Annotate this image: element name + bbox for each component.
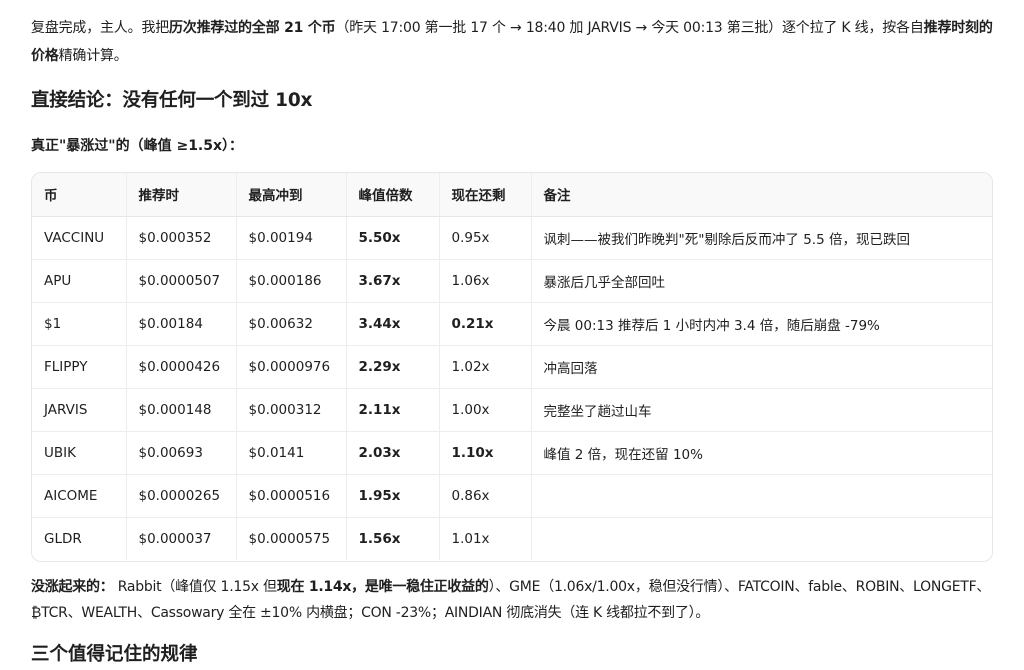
- cell-coin: APU: [32, 259, 127, 303]
- next-section-heading: 三个值得记住的规律: [31, 644, 198, 665]
- cell-high-price: $0.0000976: [236, 345, 347, 389]
- table-row: JARVIS $0.000148 $0.000312 2.11x 1.00x 完整坐了趟过…: [32, 388, 992, 432]
- not-up-bold: 现在 1.14x，是唯一稳住正收益的: [276, 579, 489, 595]
- cell-high-price: $0.000186: [236, 259, 347, 303]
- cell-coin: $1: [32, 302, 127, 346]
- cell-coin: VACCINU: [32, 216, 127, 260]
- intro-text-1: 复盘完成，主人。我把: [31, 20, 169, 36]
- cell-coin: JARVIS: [32, 388, 127, 432]
- cell-high-price: $0.0141: [236, 431, 347, 475]
- cell-recommended-price: $0.000352: [126, 216, 237, 260]
- cell-note: 暴涨后几乎全部回吐: [531, 259, 992, 303]
- cell-note: 讽刺——被我们昨晚判"死"剔除后反而冲了 5.5 倍，现已跌回: [531, 216, 992, 260]
- cell-high-price: $0.000312: [236, 388, 347, 432]
- column-header-recommended: 推荐时: [126, 173, 237, 217]
- cell-peak-multiple: 2.03x: [346, 431, 440, 475]
- column-header-high: 最高冲到: [236, 173, 347, 217]
- intro-text-2: （昨天 17:00 第一批 17 个 → 18:40 加 JARVIS → 今天…: [335, 20, 924, 36]
- not-up-text-1: Rabbit（峰值仅 1.15x 但: [113, 579, 277, 595]
- cell-current-multiple: 1.10x: [439, 431, 532, 475]
- table-row: VACCINU $0.000352 $0.00194 5.50x 0.95x 讽刺——被我…: [32, 216, 992, 260]
- cell-peak-multiple: 1.56x: [346, 517, 440, 560]
- cell-peak-multiple: 3.44x: [346, 302, 440, 346]
- cell-current-multiple: 0.21x: [439, 302, 532, 346]
- table-header-row: 币 推荐时 最高冲到 峰值倍数 现在还剩 备注: [32, 173, 992, 217]
- column-header-note: 备注: [531, 173, 992, 217]
- cell-current-multiple: 1.02x: [439, 345, 532, 389]
- cell-note: 完整坐了趟过山车: [531, 388, 992, 432]
- cell-current-multiple: 1.06x: [439, 259, 532, 303]
- cell-high-price: $0.0000516: [236, 474, 347, 518]
- surge-heading: 真正"暴涨过"的（峰值 ≥1.5x）：: [31, 138, 244, 154]
- cell-note: 今晨 00:13 推荐后 1 小时内冲 3.4 倍，随后崩盘 -79%: [531, 302, 992, 346]
- cell-note: [531, 517, 992, 560]
- cell-coin: AICOME: [32, 474, 127, 518]
- cell-high-price: $0.00632: [236, 302, 347, 346]
- cell-recommended-price: $0.0000265: [126, 474, 237, 518]
- cell-recommended-price: $0.0000507: [126, 259, 237, 303]
- cell-peak-multiple: 1.95x: [346, 474, 440, 518]
- results-table-container: 币 推荐时 最高冲到 峰值倍数 现在还剩 备注 VACCINU $0.000352…: [31, 172, 993, 562]
- not-up-label: 没涨起来的：: [31, 579, 114, 595]
- cell-current-multiple: 1.01x: [439, 517, 532, 560]
- cell-high-price: $0.0000575: [236, 517, 347, 560]
- conclusion-heading: 直接结论：没有任何一个到过 10x: [31, 90, 313, 111]
- cell-coin: GLDR: [32, 517, 127, 560]
- table-row: UBIK $0.00693 $0.0141 2.03x 1.10x 峰值 2 倍，现在还留…: [32, 431, 992, 475]
- cell-high-price: $0.00194: [236, 216, 347, 260]
- table-row: GLDR $0.000037 $0.0000575 1.56x 1.01x: [32, 517, 992, 560]
- cell-peak-multiple: 3.67x: [346, 259, 440, 303]
- cell-peak-multiple: 2.11x: [346, 388, 440, 432]
- intro-bold-1: 历次推荐过的全部 21 个币: [169, 20, 336, 36]
- cell-current-multiple: 0.95x: [439, 216, 532, 260]
- intro-text-3: 精确计算。: [58, 48, 128, 64]
- table-row: AICOME $0.0000265 $0.0000516 1.95x 0.86x: [32, 474, 992, 518]
- table-row: FLIPPY $0.0000426 $0.0000976 2.29x 1.02x 冲高回落: [32, 345, 992, 389]
- cell-recommended-price: $0.000148: [126, 388, 237, 432]
- cell-peak-multiple: 5.50x: [346, 216, 440, 260]
- cell-coin: UBIK: [32, 431, 127, 475]
- column-header-peak: 峰值倍数: [346, 173, 440, 217]
- cell-current-multiple: 0.86x: [439, 474, 532, 518]
- cell-peak-multiple: 2.29x: [346, 345, 440, 389]
- table-row: $1 $0.00184 $0.00632 3.44x 0.21x 今晨 00:13 推荐后…: [32, 302, 992, 346]
- cell-note: 峰值 2 倍，现在还留 10%: [531, 431, 992, 475]
- not-up-paragraph: 没涨起来的： Rabbit（峰值仅 1.15x 但现在 1.14x，是唯一稳住正…: [31, 574, 993, 626]
- column-header-now: 现在还剩: [439, 173, 532, 217]
- cell-recommended-price: $0.00184: [126, 302, 237, 346]
- cell-recommended-price: $0.000037: [126, 517, 237, 560]
- results-table: 币 推荐时 最高冲到 峰值倍数 现在还剩 备注 VACCINU $0.000352…: [32, 173, 992, 560]
- intro-paragraph: 复盘完成，主人。我把历次推荐过的全部 21 个币（昨天 17:00 第一批 17…: [31, 14, 993, 70]
- cell-note: 冲高回落: [531, 345, 992, 389]
- cell-current-multiple: 1.00x: [439, 388, 532, 432]
- cell-coin: FLIPPY: [32, 345, 127, 389]
- cell-note: [531, 474, 992, 518]
- table-row: APU $0.0000507 $0.000186 3.67x 1.06x 暴涨后几乎全部回…: [32, 259, 992, 303]
- cell-recommended-price: $0.00693: [126, 431, 237, 475]
- column-header-coin: 币: [32, 173, 127, 217]
- cell-recommended-price: $0.0000426: [126, 345, 237, 389]
